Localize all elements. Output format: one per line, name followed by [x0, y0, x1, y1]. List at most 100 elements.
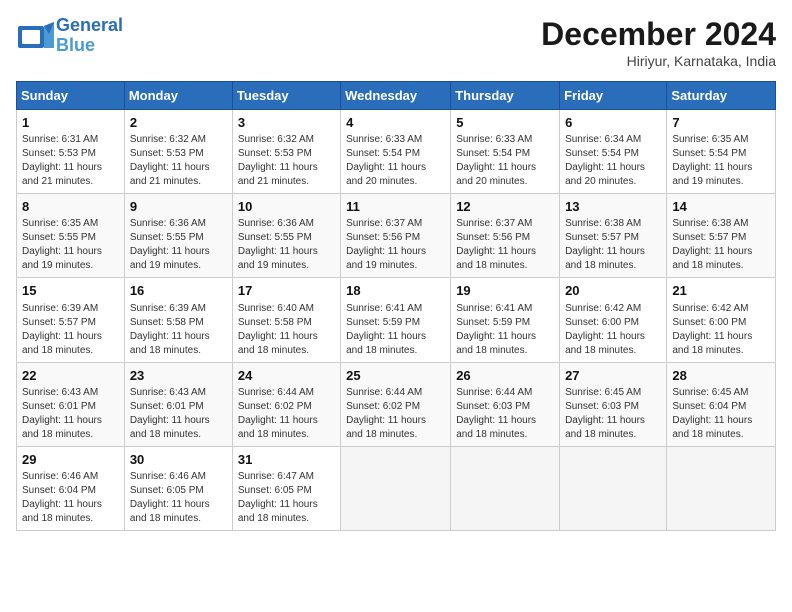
title-block: December 2024 Hiriyur, Karnataka, India [541, 16, 776, 69]
day-number: 21 [672, 282, 770, 300]
day-number: 22 [22, 367, 119, 385]
calendar-cell: 7Sunrise: 6:35 AMSunset: 5:54 PMDaylight… [667, 110, 776, 194]
day-info: Daylight: 11 hours [22, 414, 119, 428]
day-number: 19 [456, 282, 554, 300]
calendar-cell: 17Sunrise: 6:40 AMSunset: 5:58 PMDayligh… [232, 278, 340, 362]
day-info: Sunset: 6:03 PM [565, 400, 661, 414]
day-info: Daylight: 11 hours [130, 161, 227, 175]
calendar-cell: 30Sunrise: 6:46 AMSunset: 6:05 PMDayligh… [124, 446, 232, 530]
day-info: Sunset: 6:02 PM [238, 400, 335, 414]
calendar-cell: 21Sunrise: 6:42 AMSunset: 6:00 PMDayligh… [667, 278, 776, 362]
calendar-cell: 3Sunrise: 6:32 AMSunset: 5:53 PMDaylight… [232, 110, 340, 194]
day-info: Sunset: 5:59 PM [456, 316, 554, 330]
day-info: Sunset: 6:04 PM [672, 400, 770, 414]
day-info: and 18 minutes. [130, 344, 227, 358]
day-info: Sunrise: 6:34 AM [565, 133, 661, 147]
month-title: December 2024 [541, 16, 776, 53]
day-number: 12 [456, 198, 554, 216]
day-number: 18 [346, 282, 445, 300]
day-info: Sunrise: 6:39 AM [130, 302, 227, 316]
calendar-cell: 13Sunrise: 6:38 AMSunset: 5:57 PMDayligh… [560, 194, 667, 278]
column-header-friday: Friday [560, 82, 667, 110]
day-info: Sunset: 5:54 PM [672, 147, 770, 161]
day-info: Daylight: 11 hours [672, 330, 770, 344]
calendar-cell: 27Sunrise: 6:45 AMSunset: 6:03 PMDayligh… [560, 362, 667, 446]
day-info: Sunrise: 6:32 AM [130, 133, 227, 147]
day-number: 3 [238, 114, 335, 132]
day-info: Sunset: 5:54 PM [346, 147, 445, 161]
day-number: 30 [130, 451, 227, 469]
day-info: and 18 minutes. [672, 428, 770, 442]
day-number: 23 [130, 367, 227, 385]
day-info: Sunrise: 6:45 AM [672, 386, 770, 400]
day-info: and 20 minutes. [346, 175, 445, 189]
day-info: and 18 minutes. [22, 428, 119, 442]
day-info: and 20 minutes. [565, 175, 661, 189]
day-info: Sunset: 6:05 PM [130, 484, 227, 498]
day-info: Daylight: 11 hours [238, 498, 335, 512]
calendar-cell [667, 446, 776, 530]
day-info: Sunset: 5:54 PM [565, 147, 661, 161]
day-info: Sunrise: 6:38 AM [672, 217, 770, 231]
day-info: Sunrise: 6:45 AM [565, 386, 661, 400]
day-info: and 21 minutes. [22, 175, 119, 189]
day-info: and 18 minutes. [565, 344, 661, 358]
day-info: Daylight: 11 hours [346, 414, 445, 428]
day-info: Sunset: 6:01 PM [22, 400, 119, 414]
calendar-cell: 26Sunrise: 6:44 AMSunset: 6:03 PMDayligh… [451, 362, 560, 446]
calendar-cell: 11Sunrise: 6:37 AMSunset: 5:56 PMDayligh… [341, 194, 451, 278]
page-header: General Blue December 2024 Hiriyur, Karn… [16, 16, 776, 69]
day-info: Daylight: 11 hours [565, 330, 661, 344]
day-info: Sunset: 6:00 PM [672, 316, 770, 330]
day-info: Daylight: 11 hours [346, 330, 445, 344]
week-row-5: 29Sunrise: 6:46 AMSunset: 6:04 PMDayligh… [17, 446, 776, 530]
day-info: Sunset: 5:55 PM [130, 231, 227, 245]
day-info: and 19 minutes. [130, 259, 227, 273]
day-info: Daylight: 11 hours [130, 245, 227, 259]
calendar-cell: 22Sunrise: 6:43 AMSunset: 6:01 PMDayligh… [17, 362, 125, 446]
day-info: Daylight: 11 hours [238, 245, 335, 259]
calendar-table: SundayMondayTuesdayWednesdayThursdayFrid… [16, 81, 776, 531]
day-info: Sunrise: 6:46 AM [130, 470, 227, 484]
day-info: Daylight: 11 hours [22, 245, 119, 259]
day-info: and 18 minutes. [456, 344, 554, 358]
calendar-cell: 10Sunrise: 6:36 AMSunset: 5:55 PMDayligh… [232, 194, 340, 278]
day-info: Sunrise: 6:32 AM [238, 133, 335, 147]
day-number: 13 [565, 198, 661, 216]
calendar-cell: 23Sunrise: 6:43 AMSunset: 6:01 PMDayligh… [124, 362, 232, 446]
day-info: and 18 minutes. [238, 512, 335, 526]
day-info: Sunset: 6:01 PM [130, 400, 227, 414]
day-number: 1 [22, 114, 119, 132]
day-info: Sunrise: 6:40 AM [238, 302, 335, 316]
day-info: Sunrise: 6:41 AM [456, 302, 554, 316]
day-info: Sunrise: 6:44 AM [238, 386, 335, 400]
day-info: Sunrise: 6:36 AM [238, 217, 335, 231]
calendar-cell: 9Sunrise: 6:36 AMSunset: 5:55 PMDaylight… [124, 194, 232, 278]
day-info: Sunrise: 6:41 AM [346, 302, 445, 316]
day-number: 2 [130, 114, 227, 132]
day-info: Sunrise: 6:37 AM [346, 217, 445, 231]
calendar-cell: 28Sunrise: 6:45 AMSunset: 6:04 PMDayligh… [667, 362, 776, 446]
day-info: Sunset: 5:53 PM [238, 147, 335, 161]
day-number: 28 [672, 367, 770, 385]
day-info: Sunset: 5:55 PM [22, 231, 119, 245]
logo-text: General Blue [56, 16, 123, 56]
day-info: Sunrise: 6:38 AM [565, 217, 661, 231]
day-info: Daylight: 11 hours [130, 330, 227, 344]
day-info: and 18 minutes. [22, 344, 119, 358]
day-number: 6 [565, 114, 661, 132]
day-info: Daylight: 11 hours [238, 414, 335, 428]
day-info: Sunrise: 6:43 AM [22, 386, 119, 400]
day-info: and 18 minutes. [672, 259, 770, 273]
day-number: 25 [346, 367, 445, 385]
day-info: Daylight: 11 hours [456, 161, 554, 175]
day-info: and 18 minutes. [565, 259, 661, 273]
day-info: and 18 minutes. [22, 512, 119, 526]
day-info: Sunrise: 6:44 AM [456, 386, 554, 400]
calendar-cell: 25Sunrise: 6:44 AMSunset: 6:02 PMDayligh… [341, 362, 451, 446]
day-info: Sunset: 6:05 PM [238, 484, 335, 498]
day-info: Sunrise: 6:35 AM [22, 217, 119, 231]
day-info: and 21 minutes. [130, 175, 227, 189]
day-info: Daylight: 11 hours [238, 330, 335, 344]
day-info: Sunset: 5:55 PM [238, 231, 335, 245]
